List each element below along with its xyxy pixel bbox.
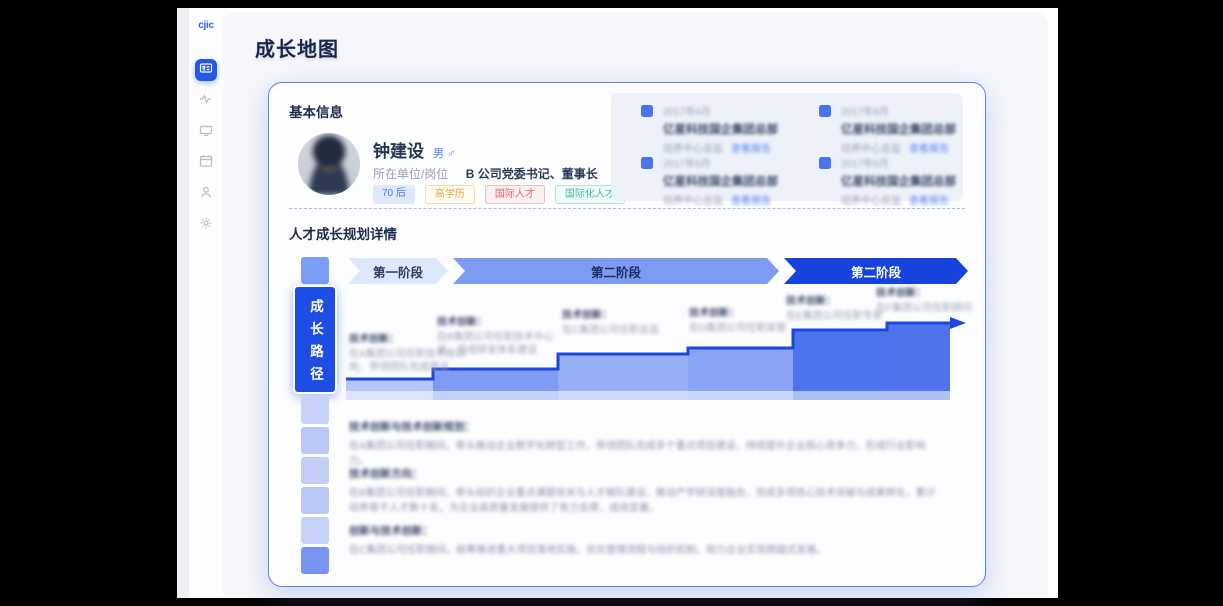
path-column-segment xyxy=(301,457,329,484)
pulse-icon xyxy=(199,92,213,111)
sidebar: cjic xyxy=(189,8,223,598)
unit-label: 所在单位/岗位 xyxy=(373,167,448,181)
timeline-link[interactable]: 查看报告 xyxy=(909,144,949,155)
path-column-segment xyxy=(301,517,329,544)
growth-path-label: 成长路径 xyxy=(293,285,337,394)
basic-info-title: 基本信息 xyxy=(289,101,343,121)
divider xyxy=(289,208,965,209)
path-column-segment xyxy=(301,397,329,424)
path-column-segment xyxy=(301,427,329,454)
stage-arrow-2: 第二阶段 xyxy=(453,258,779,284)
timeline-date: 2017年6月 xyxy=(663,155,778,170)
app-window: cjic xyxy=(177,8,1058,598)
gear-icon xyxy=(199,216,213,235)
tag-age: 70 后 xyxy=(373,185,415,204)
timeline-marker-icon xyxy=(641,105,653,117)
dashboard-icon xyxy=(199,61,213,80)
sidebar-item-settings[interactable] xyxy=(195,214,217,236)
timeline-item: 2017年6月 亿星科技国企集团总部 培养中心总监查看报告 xyxy=(819,103,956,155)
timeline-note: 培养中心总监 xyxy=(663,144,723,155)
app-logo: cjic xyxy=(198,20,213,31)
step-annotation: 技术创新： 在B集团公司任职技术中心 岗，完成研发体系建设 xyxy=(437,313,554,357)
main-panel: 成长地图 基本信息 钟建设 男 ♂ 所在单位/岗位 B 公司党委书记、董事长 7… xyxy=(223,12,1048,598)
unit-value: B 公司党委书记、董事长 xyxy=(466,167,598,181)
step-annotation: 技术创新： 在F集团公司任职顾问 xyxy=(876,284,972,315)
timeline-date: 2017年6月 xyxy=(841,103,956,118)
step-annotation: 技术创新： 在C集团公司任职总监 xyxy=(562,306,659,337)
page-title: 成长地图 xyxy=(255,33,339,62)
timeline-note: 培养中心总监 xyxy=(841,196,901,207)
timeline-note: 培养中心总监 xyxy=(841,144,901,155)
timeline-date: 2017年6月 xyxy=(663,103,778,118)
timeline-note: 培养中心总监 xyxy=(663,196,723,207)
left-gutter xyxy=(177,8,189,598)
path-column-segment xyxy=(301,257,329,284)
timeline-marker-icon xyxy=(819,157,831,169)
sidebar-item-calendar[interactable] xyxy=(195,152,217,174)
timeline-link[interactable]: 查看报告 xyxy=(731,196,771,207)
plan-paragraph: 技术创新方向： 在B集团公司任职期间，牵头组织企业重点课题攻关与人才梯队建设，推… xyxy=(349,466,944,516)
sidebar-item-growth-map[interactable] xyxy=(195,59,217,81)
user-icon xyxy=(199,185,213,204)
avatar xyxy=(298,133,360,195)
timeline-date: 2017年6月 xyxy=(841,155,956,170)
step-annotation: 技术创新： 在D集团公司任职高管 xyxy=(689,304,786,335)
timeline-company: 亿星科技国企集团总部 xyxy=(663,121,778,137)
sidebar-item-analytics[interactable] xyxy=(195,90,217,112)
sidebar-item-monitor[interactable] xyxy=(195,121,217,143)
timeline-company: 亿星科技国企集团总部 xyxy=(663,173,778,189)
monitor-icon xyxy=(199,123,213,142)
growth-map-card: 基本信息 钟建设 男 ♂ 所在单位/岗位 B 公司党委书记、董事长 70 后 高… xyxy=(268,82,986,587)
gender-badge: 男 ♂ xyxy=(433,145,455,161)
stage-arrow-1: 第一阶段 xyxy=(348,258,448,284)
career-timeline-panel: 2017年6月 亿星科技国企集团总部 培养中心总监查看报告 2017年6月 亿星… xyxy=(611,93,963,201)
timeline-link[interactable]: 查看报告 xyxy=(909,196,949,207)
timeline-company: 亿星科技国企集团总部 xyxy=(841,173,956,189)
timeline-marker-icon xyxy=(641,157,653,169)
plan-paragraph: 技术创新与技术创新规划： 在A集团公司任职期间，牵头推动企业数字化转型工作，带领… xyxy=(349,419,944,469)
plan-paragraph: 创新与技术创新： 在C集团公司任职期间，统筹推进重大项目落地实施，优化管理流程与… xyxy=(349,523,944,558)
avatar-photo xyxy=(298,133,360,195)
tag-international: 国际人才 xyxy=(485,185,545,204)
path-column-segment xyxy=(301,487,329,514)
timeline-item: 2017年6月 亿星科技国企集团总部 培养中心总监查看报告 xyxy=(641,155,778,207)
timeline-item: 2017年6月 亿星科技国企集团总部 培养中心总监查看报告 xyxy=(641,103,778,155)
growth-plan-title: 人才成长规划详情 xyxy=(289,223,397,243)
sidebar-item-users[interactable] xyxy=(195,183,217,205)
path-column-segment xyxy=(301,547,329,574)
timeline-marker-icon xyxy=(819,105,831,117)
stage-arrow-3: 第二阶段 xyxy=(784,258,968,284)
timeline-link[interactable]: 查看报告 xyxy=(731,144,771,155)
step-annotation: 技术创新： 在E集团公司任职专家 xyxy=(786,292,883,323)
person-name: 钟建设 xyxy=(373,137,424,162)
timeline-company: 亿星科技国企集团总部 xyxy=(841,121,956,137)
tag-list: 70 后 高学历 国际人才 国际化人才 xyxy=(373,185,625,204)
calendar-icon xyxy=(199,154,213,173)
arrow-head-icon xyxy=(950,317,966,329)
tag-education: 高学历 xyxy=(425,185,475,204)
timeline-item: 2017年6月 亿星科技国企集团总部 培养中心总监查看报告 xyxy=(819,155,956,207)
